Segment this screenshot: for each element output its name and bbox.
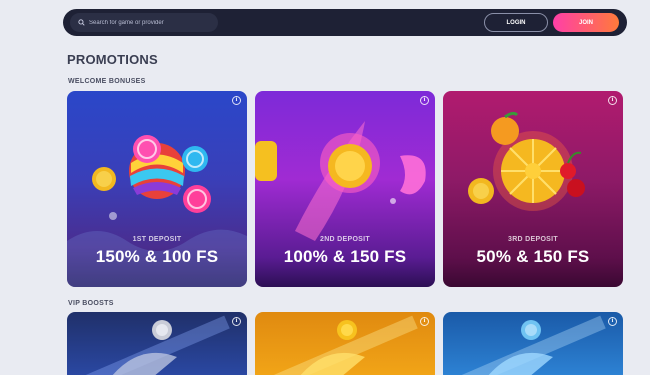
card-subtitle: 2ND DEPOSIT [320,236,370,243]
welcome-bonus-card-3[interactable]: i 3RD DEPOSIT 50% & 150 FS [443,91,623,287]
info-icon[interactable]: i [420,96,429,105]
gold-coin-illustration [273,315,418,375]
login-button[interactable]: LOGIN [484,13,548,32]
silver-coin-illustration [85,315,230,375]
info-icon[interactable]: i [420,317,429,326]
info-icon[interactable]: i [232,317,241,326]
welcome-bonus-card-1[interactable]: i 1ST DEPOSIT 150% & 100 FS [67,91,247,287]
vip-boost-card-1[interactable]: i [67,312,247,375]
vip-boosts-heading: VIP BOOSTS [68,300,114,307]
welcome-bonus-card-2[interactable]: i 2ND DEPOSIT 100% & 150 FS [255,91,435,287]
card-offer: 50% & 150 FS [476,247,590,266]
search-box[interactable] [70,13,218,32]
search-icon [78,19,85,26]
info-icon[interactable]: i [608,96,617,105]
search-input[interactable] [89,19,209,26]
info-icon[interactable]: i [608,317,617,326]
welcome-bonuses-heading: WELCOME BONUSES [68,78,146,85]
blue-coin-illustration [461,315,606,375]
join-button[interactable]: JOIN [553,13,619,32]
page-title: PROMOTIONS [67,52,158,67]
card-subtitle: 1ST DEPOSIT [132,236,182,243]
top-navigation-bar: LOGIN JOIN [63,9,627,36]
card-subtitle: 3RD DEPOSIT [508,236,558,243]
info-icon[interactable]: i [232,96,241,105]
card-offer: 150% & 100 FS [95,247,219,266]
vip-boost-card-3[interactable]: i [443,312,623,375]
card-offer: 100% & 150 FS [283,247,407,266]
vip-boost-card-2[interactable]: i [255,312,435,375]
